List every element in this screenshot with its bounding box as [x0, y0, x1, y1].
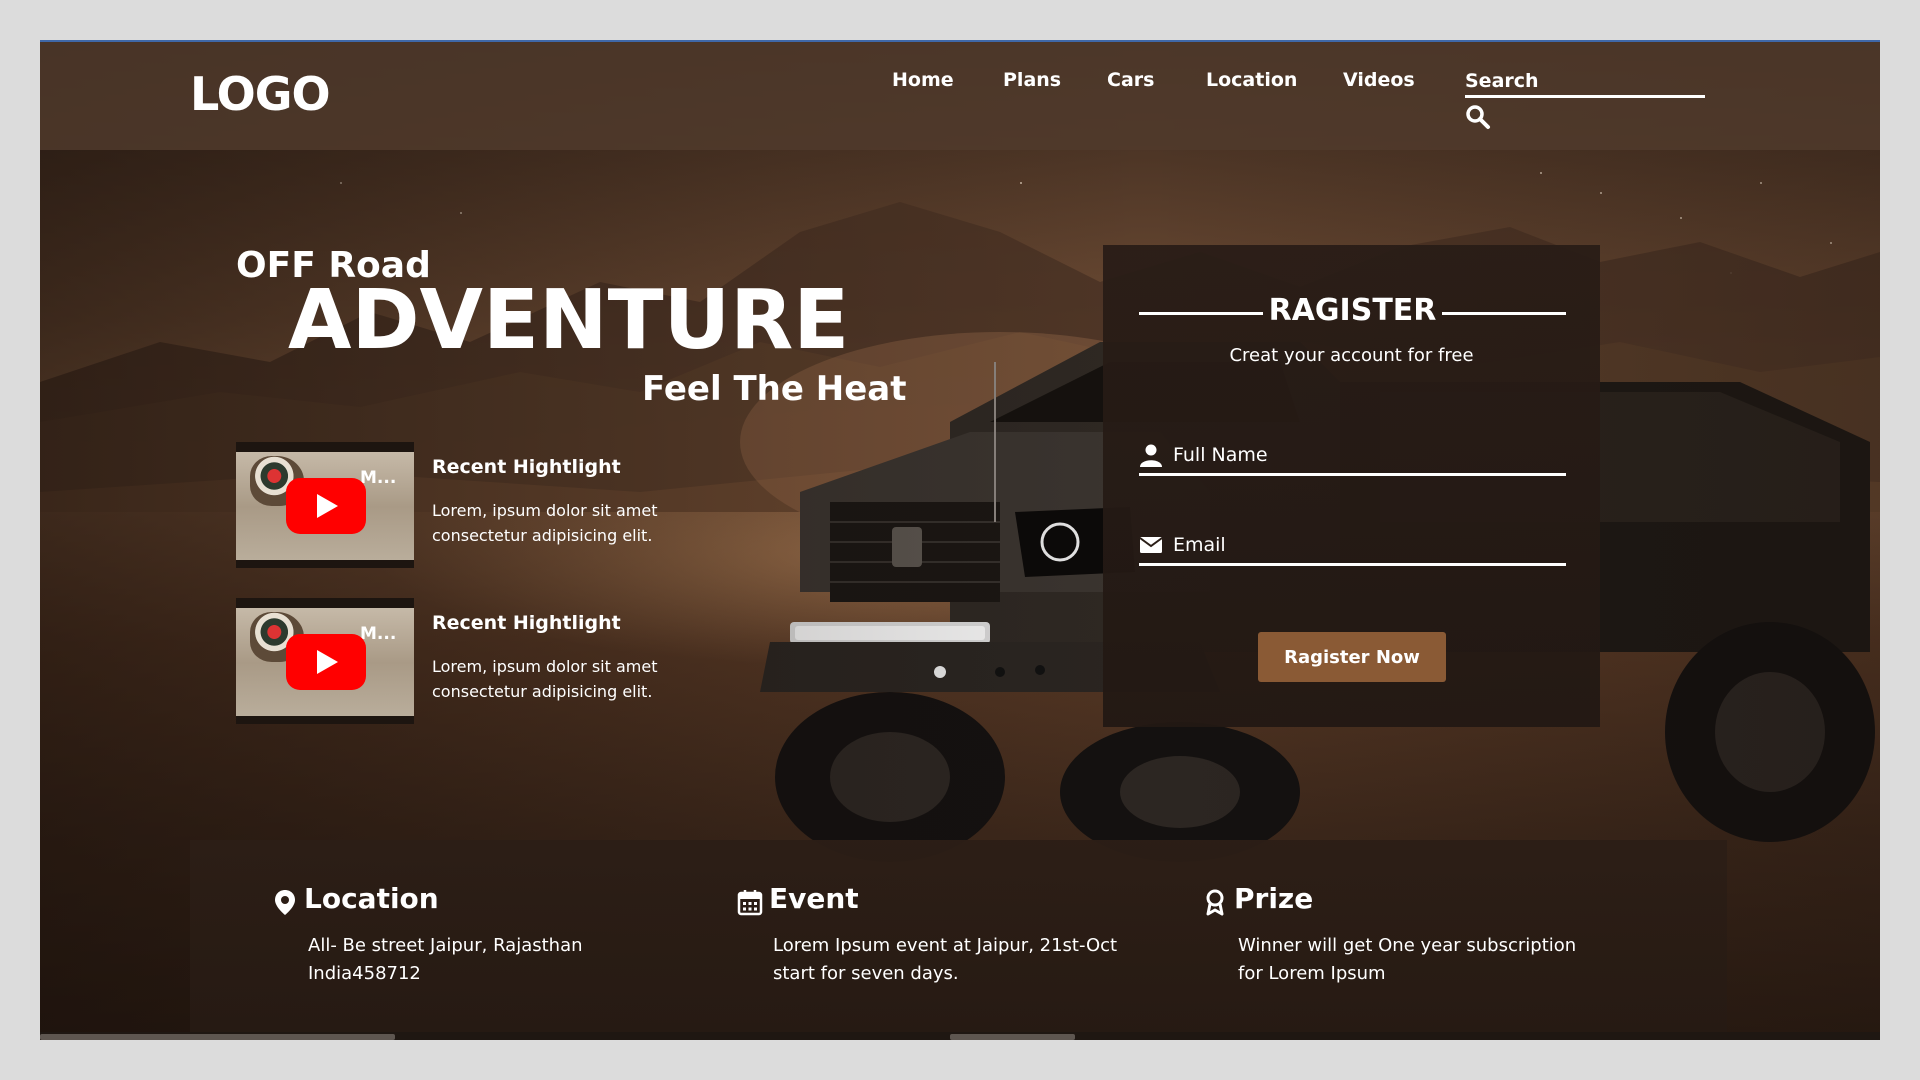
info-strip: Location All- Be street Jaipur, Rajastha… — [190, 840, 1727, 1040]
calendar-icon — [737, 890, 763, 916]
full-name-field — [1139, 437, 1566, 476]
site-header: LOGO Home Plans Cars Location Videos — [40, 42, 1880, 150]
nav-videos[interactable]: Videos — [1343, 69, 1415, 91]
video-thumbnail-title: M... — [360, 624, 397, 644]
highlight-title[interactable]: Recent Hightlight — [432, 612, 621, 634]
info-text: All- Be street Jaipur, Rajasthan India45… — [308, 935, 583, 984]
nav-home[interactable]: Home — [892, 69, 954, 91]
user-icon — [1140, 444, 1162, 467]
info-title: Prize — [1234, 882, 1314, 915]
register-panel: RAGISTER Creat your account for free Rag… — [1103, 245, 1600, 727]
info-event: Event Lorem Ipsum event at Jaipur, 21st-… — [737, 882, 1157, 988]
info-title: Event — [769, 882, 859, 915]
video-thumbnail-title: M... — [360, 468, 397, 488]
video-thumbnail[interactable]: M... — [236, 598, 414, 724]
nav-plans[interactable]: Plans — [1003, 69, 1061, 91]
search-icon[interactable] — [1465, 104, 1491, 130]
site-logo[interactable]: LOGO — [190, 67, 331, 121]
highlight-description: Lorem, ipsum dolor sit amet consectetur … — [432, 501, 658, 545]
register-title: RAGISTER — [1268, 293, 1437, 328]
page-frame: LOGO Home Plans Cars Location Videos OFF… — [40, 40, 1880, 1040]
scrollbar-thumb[interactable] — [40, 1034, 395, 1040]
envelope-icon — [1139, 537, 1163, 553]
nav-cars[interactable]: Cars — [1107, 69, 1154, 91]
search-input[interactable] — [1465, 66, 1705, 98]
map-pin-icon — [275, 890, 295, 915]
info-prize: Prize Winner will get One year subscript… — [1202, 882, 1622, 988]
register-now-button[interactable]: Ragister Now — [1258, 632, 1446, 682]
horizontal-scrollbar[interactable] — [40, 1032, 1880, 1040]
scrollbar-thumb[interactable] — [950, 1034, 1075, 1040]
full-name-input[interactable] — [1173, 437, 1563, 473]
register-subtitle: Creat your account for free — [1229, 345, 1474, 366]
nav-location[interactable]: Location — [1206, 69, 1297, 91]
award-icon — [1206, 889, 1224, 916]
video-thumbnail[interactable]: M... — [236, 442, 414, 568]
highlight-card: M... Recent Hightlight Lorem, ipsum dolo… — [236, 598, 756, 724]
hero-tagline: Feel The Heat — [642, 369, 907, 409]
highlight-card: M... Recent Hightlight Lorem, ipsum dolo… — [236, 442, 756, 568]
youtube-play-icon[interactable] — [286, 478, 366, 534]
highlight-description: Lorem, ipsum dolor sit amet consectetur … — [432, 657, 658, 701]
youtube-play-icon[interactable] — [286, 634, 366, 690]
info-location: Location All- Be street Jaipur, Rajastha… — [272, 882, 692, 988]
email-field — [1139, 527, 1566, 566]
info-text: Winner will get One year subscription fo… — [1238, 935, 1577, 984]
hero-headline: ADVENTURE — [288, 273, 850, 368]
register-heading: RAGISTER — [1139, 293, 1566, 333]
info-title: Location — [304, 882, 439, 915]
highlight-title[interactable]: Recent Hightlight — [432, 456, 621, 478]
email-input[interactable] — [1173, 527, 1563, 563]
info-text: Lorem Ipsum event at Jaipur, 21st-Oct st… — [773, 935, 1118, 984]
search-box — [1465, 66, 1705, 129]
